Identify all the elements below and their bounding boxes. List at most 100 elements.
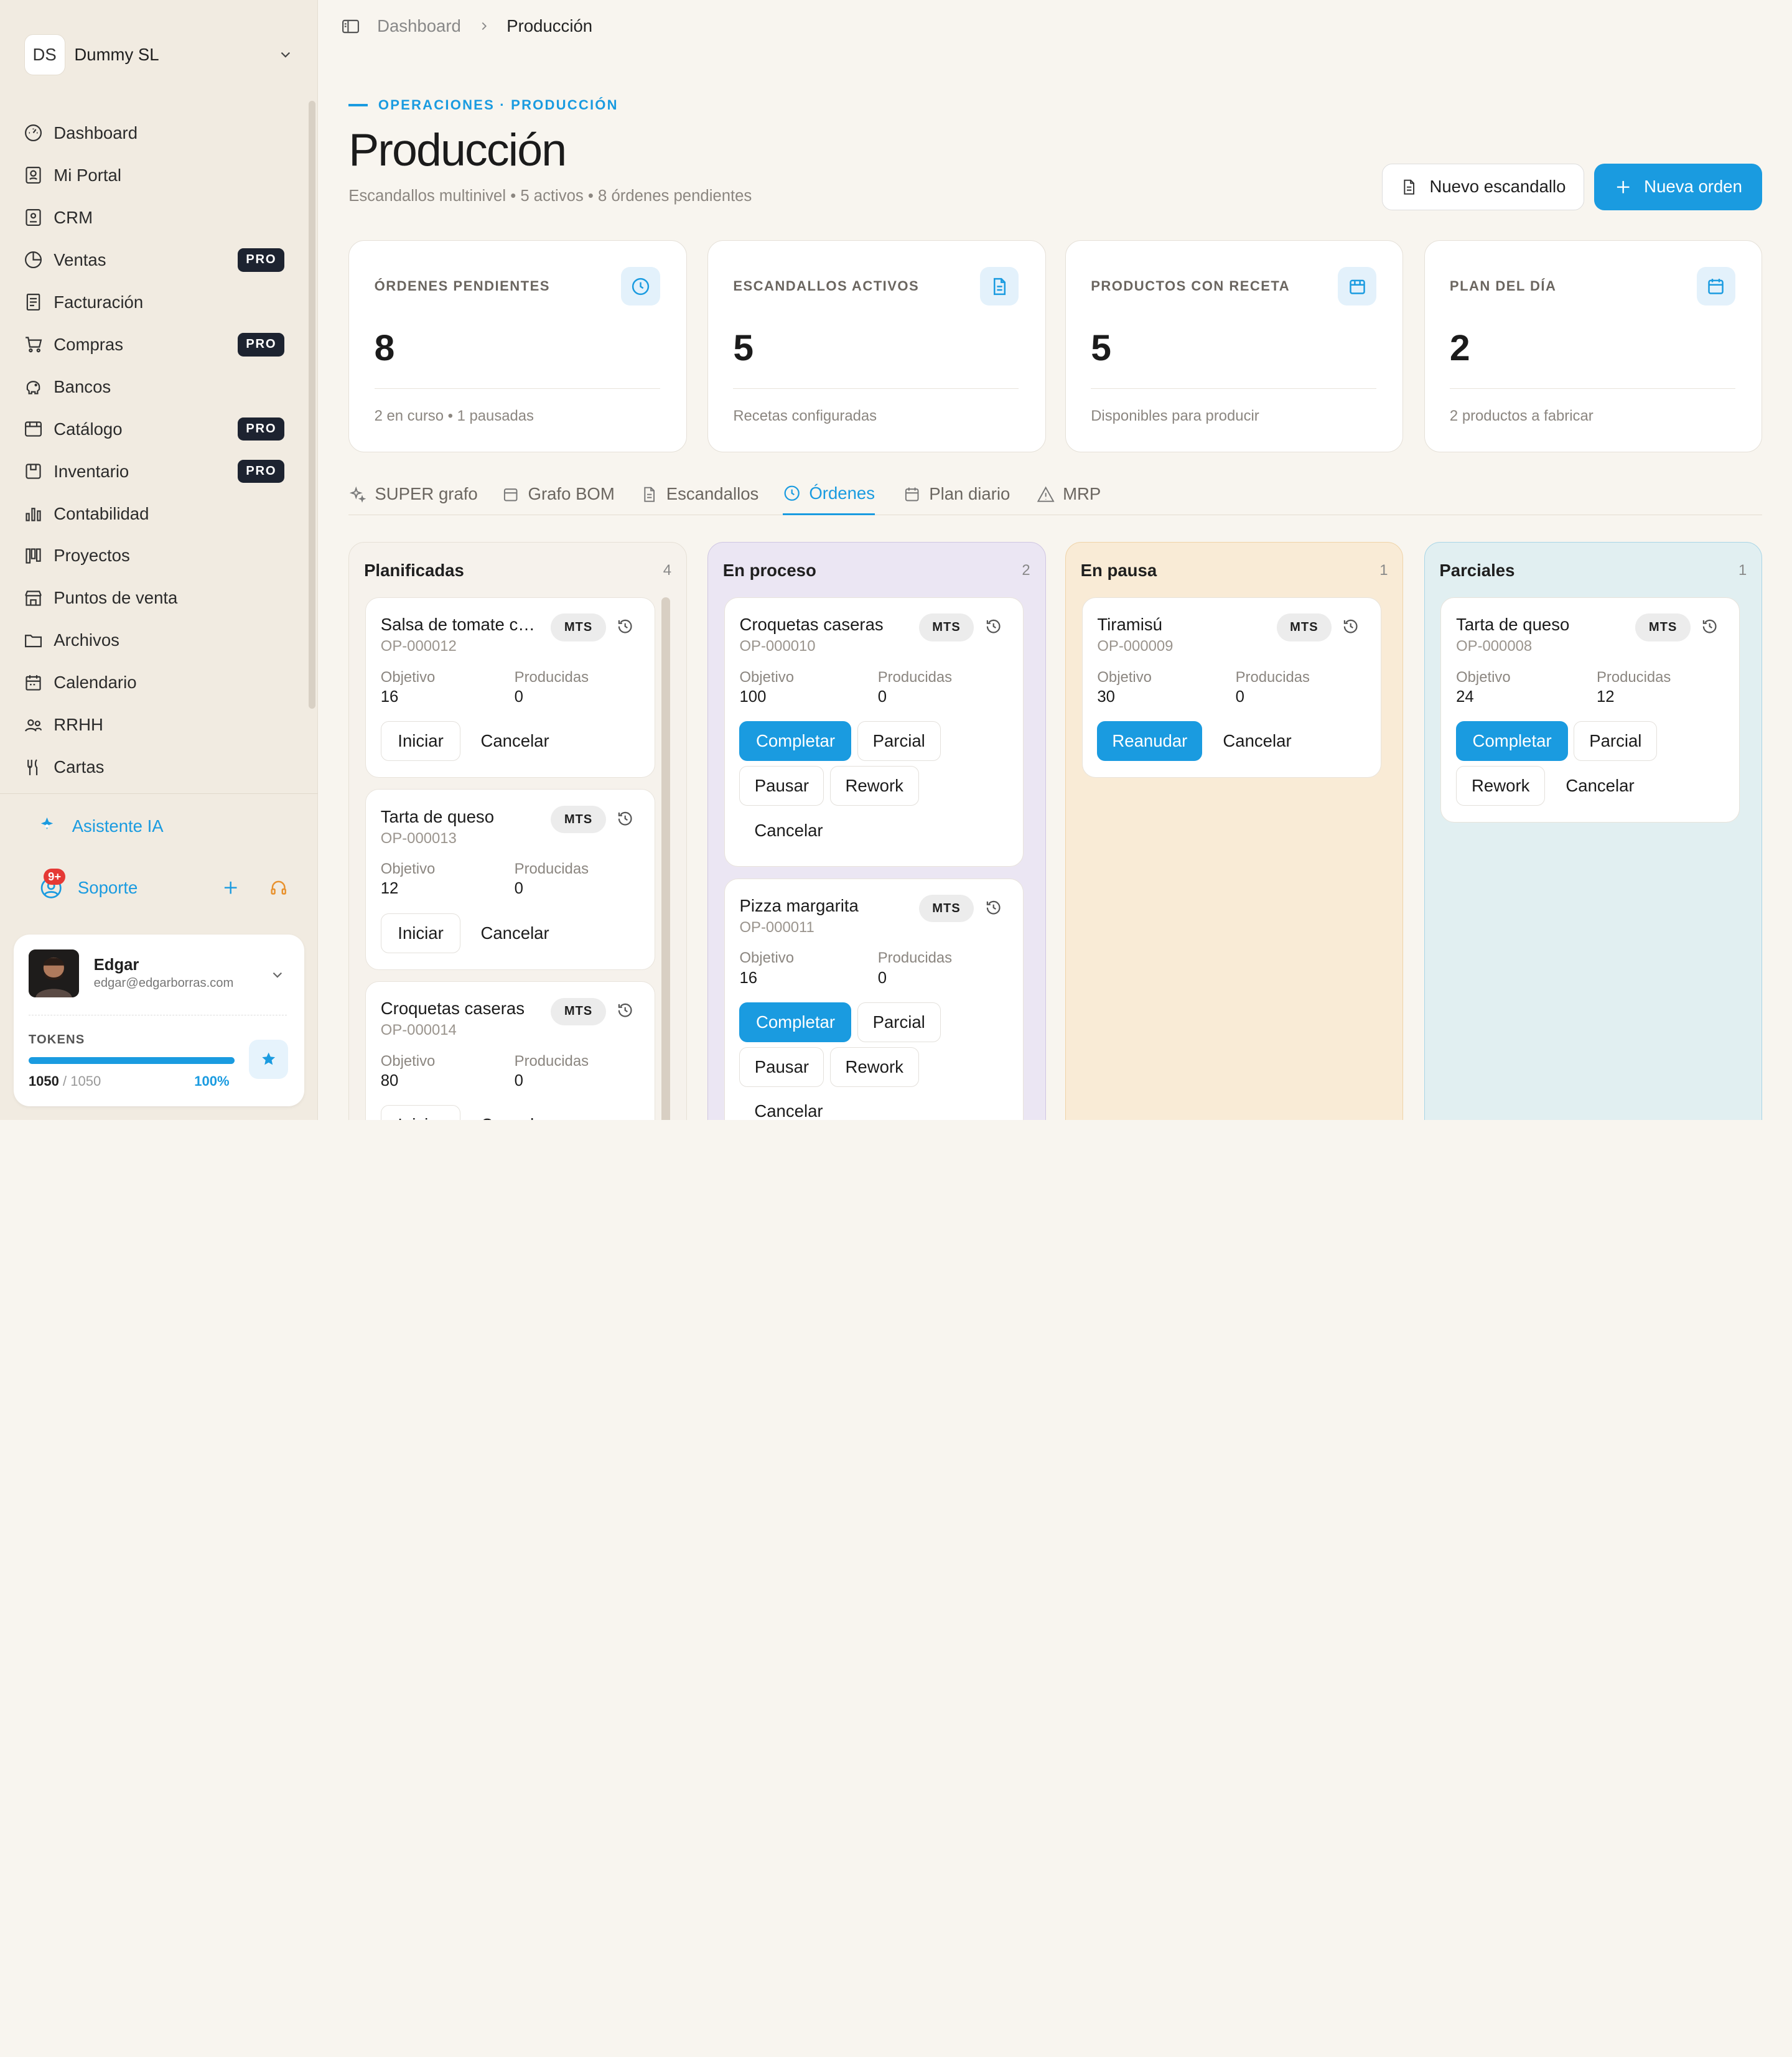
user-name: Edgar bbox=[93, 956, 139, 974]
resume-button[interactable]: Reanudar bbox=[1097, 721, 1203, 762]
assistant-button[interactable]: Asistente IA bbox=[37, 816, 164, 836]
sidebar-item-compras[interactable]: Compras PRO bbox=[23, 324, 297, 366]
document-icon bbox=[643, 487, 655, 502]
sidebar-item-facturacion[interactable]: Facturación bbox=[23, 281, 297, 324]
avatar[interactable] bbox=[28, 949, 79, 998]
start-button[interactable]: Iniciar bbox=[380, 913, 461, 953]
cancel-button[interactable]: Cancelar bbox=[1551, 765, 1650, 806]
sidebar-item-archivos[interactable]: Archivos bbox=[23, 619, 297, 661]
start-button[interactable]: Iniciar bbox=[380, 721, 461, 762]
sidebar-item-label: Mi Portal bbox=[54, 165, 121, 185]
order-card[interactable]: Tarta de queso OP-000013 MTS Objetivo Pr… bbox=[365, 789, 656, 970]
cancel-button[interactable]: Cancelar bbox=[466, 913, 564, 953]
sidebar-toggle-icon[interactable] bbox=[340, 16, 361, 37]
history-icon[interactable] bbox=[616, 617, 634, 635]
plus-icon[interactable] bbox=[222, 879, 240, 897]
package-icon bbox=[1349, 279, 1365, 294]
cancel-button[interactable]: Cancelar bbox=[739, 1091, 838, 1120]
rework-button[interactable]: Rework bbox=[829, 1047, 919, 1087]
stat-value: 5 bbox=[1091, 328, 1111, 369]
sidebar-item-calendario[interactable]: Calendario bbox=[23, 661, 297, 704]
tab-ordenes[interactable]: Órdenes bbox=[783, 473, 875, 516]
mts-badge: MTS bbox=[551, 997, 606, 1025]
plus-icon bbox=[1617, 180, 1630, 194]
history-icon[interactable] bbox=[984, 617, 1002, 635]
rework-button[interactable]: Rework bbox=[1456, 765, 1546, 806]
sidebar-item-label: Cartas bbox=[54, 757, 105, 777]
order-code: OP-000014 bbox=[380, 1022, 457, 1039]
sidebar-item-contabilidad[interactable]: Contabilidad bbox=[23, 493, 297, 535]
company-switcher[interactable]: DS Dummy SL bbox=[24, 34, 294, 76]
partial-button[interactable]: Parcial bbox=[857, 721, 941, 762]
order-card[interactable]: Tiramisú OP-000009 MTS Objetivo Producid… bbox=[1081, 597, 1381, 778]
cancel-button[interactable]: Cancelar bbox=[466, 1105, 564, 1120]
complete-button[interactable]: Completar bbox=[739, 1002, 852, 1043]
history-icon[interactable] bbox=[616, 809, 634, 828]
stat-icon bbox=[621, 266, 660, 306]
history-icon[interactable] bbox=[616, 1001, 634, 1019]
start-button[interactable]: Iniciar bbox=[380, 1105, 461, 1120]
sidebar-item-crm[interactable]: CRM bbox=[23, 197, 297, 239]
history-icon[interactable] bbox=[1701, 617, 1719, 635]
pause-button[interactable]: Pausar bbox=[739, 765, 824, 806]
order-code: OP-000008 bbox=[1456, 638, 1533, 655]
sidebar-item-cartas[interactable]: Cartas bbox=[23, 746, 297, 788]
sidebar-item-catalogo[interactable]: Catálogo PRO bbox=[23, 408, 297, 450]
sidebar-item-ventas[interactable]: Ventas PRO bbox=[23, 239, 297, 281]
order-card[interactable]: Croquetas caseras OP-000014 MTS Objetivo… bbox=[365, 981, 656, 1120]
tokens-label: TOKENS bbox=[28, 1033, 85, 1047]
sidebar-scrollbar[interactable] bbox=[308, 100, 315, 709]
column-scrollbar[interactable] bbox=[661, 597, 671, 1120]
tokens-percent: 100% bbox=[194, 1073, 230, 1089]
sidebar-item-puntos-de-venta[interactable]: Puntos de venta bbox=[23, 577, 297, 619]
sidebar-item-rrhh[interactable]: RRHH bbox=[23, 704, 297, 746]
sidebar-item-label: Archivos bbox=[54, 630, 119, 650]
headset-icon[interactable] bbox=[269, 879, 287, 897]
sidebar-item-inventario[interactable]: Inventario PRO bbox=[23, 450, 297, 493]
pro-badge: PRO bbox=[238, 332, 285, 357]
new-bom-button[interactable]: Nuevo escandallo bbox=[1381, 163, 1584, 210]
pause-button[interactable]: Pausar bbox=[739, 1047, 824, 1087]
column-title: En pausa bbox=[1080, 560, 1157, 580]
partial-button[interactable]: Parcial bbox=[857, 1002, 941, 1043]
tab-escandallos[interactable]: Escandallos bbox=[640, 473, 758, 515]
complete-button[interactable]: Completar bbox=[1456, 721, 1569, 762]
order-card[interactable]: Salsa de tomate casera OP-000012 MTS Obj… bbox=[365, 597, 656, 778]
clock-icon bbox=[632, 278, 650, 295]
order-card[interactable]: Pizza margarita OP-000011 MTS Objetivo P… bbox=[724, 878, 1024, 1120]
tab-label: MRP bbox=[1063, 484, 1101, 504]
new-order-button[interactable]: Nueva orden bbox=[1594, 163, 1763, 210]
rework-button[interactable]: Rework bbox=[829, 765, 919, 806]
complete-button[interactable]: Completar bbox=[739, 721, 852, 762]
upgrade-button[interactable] bbox=[249, 1040, 288, 1079]
document-icon bbox=[993, 278, 1006, 295]
chevron-down-icon[interactable] bbox=[269, 967, 286, 983]
cancel-button[interactable]: Cancelar bbox=[466, 721, 564, 762]
history-icon[interactable] bbox=[1342, 617, 1360, 635]
eyebrow-text: OPERACIONES · PRODUCCIÓN bbox=[378, 97, 618, 113]
produced-value: 0 bbox=[514, 688, 523, 706]
produced-value: 0 bbox=[877, 688, 887, 706]
sidebar-item-proyectos[interactable]: Proyectos bbox=[23, 535, 297, 577]
tab-grafo-bom[interactable]: Grafo BOM bbox=[502, 473, 615, 515]
sidebar-item-bancos[interactable]: Bancos bbox=[23, 366, 297, 408]
cancel-button[interactable]: Cancelar bbox=[1208, 721, 1307, 762]
order-card[interactable]: Croquetas caseras OP-000010 MTS Objetivo… bbox=[724, 597, 1024, 867]
sidebar-item-mi-portal[interactable]: Mi Portal bbox=[23, 154, 297, 197]
tab-super-grafo[interactable]: SUPER grafo bbox=[348, 473, 478, 515]
chevron-right-icon bbox=[482, 22, 487, 30]
support-avatar[interactable]: 9+ bbox=[39, 868, 66, 900]
cancel-button[interactable]: Cancelar bbox=[739, 810, 838, 851]
history-icon[interactable] bbox=[984, 898, 1002, 917]
sidebar-item-dashboard[interactable]: Dashboard bbox=[23, 112, 297, 154]
tab-plan-diario[interactable]: Plan diario bbox=[903, 473, 1010, 515]
column-title: Parciales bbox=[1439, 560, 1515, 580]
support-label[interactable]: Soporte bbox=[78, 878, 222, 898]
calendar-icon bbox=[905, 487, 919, 501]
partial-button[interactable]: Parcial bbox=[1574, 721, 1658, 762]
breadcrumb-root[interactable]: Dashboard bbox=[377, 16, 461, 36]
tab-mrp[interactable]: MRP bbox=[1037, 473, 1101, 515]
order-card[interactable]: Tarta de queso OP-000008 MTS Objetivo Pr… bbox=[1440, 597, 1740, 823]
produced-value: 0 bbox=[514, 1071, 523, 1089]
warning-icon bbox=[1037, 486, 1055, 502]
